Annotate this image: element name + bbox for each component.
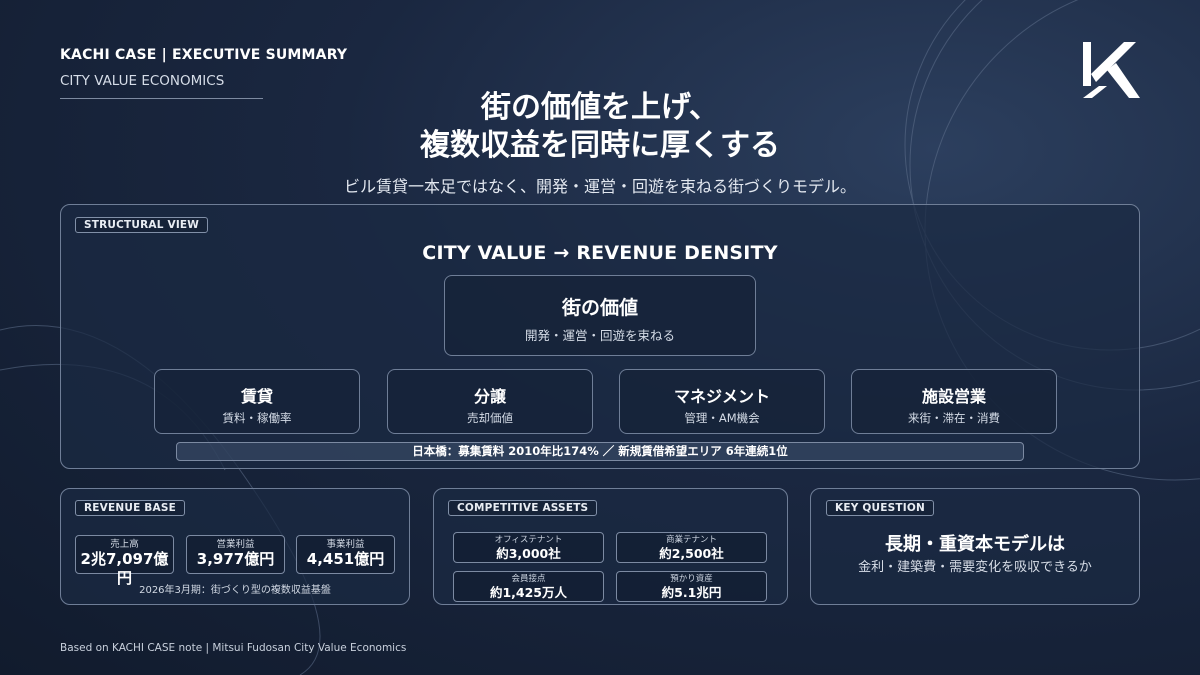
key-question-subtitle: 金利・建築費・需要変化を吸収できるか	[858, 560, 1092, 575]
asset-value: 約5.1兆円	[661, 585, 722, 600]
asset-value: 約2,500社	[659, 546, 724, 561]
competitive-assets-tag: COMPETITIVE ASSETS	[448, 500, 598, 516]
city-value-subtitle: 開発・運営・回遊を束ねる	[524, 328, 675, 343]
metric-value: 3,977億円	[196, 550, 275, 568]
revenue-box-rental: 賃貸 賃料・稼働率	[154, 369, 360, 434]
structural-view-title: CITY VALUE → REVENUE DENSITY	[422, 242, 778, 264]
asset-label: 預かり資産	[670, 574, 713, 584]
revenue-base-note: 2026年3月期：街づくり型の複数収益基盤	[139, 585, 331, 596]
brand-subtitle: CITY VALUE ECONOMICS	[60, 73, 225, 89]
asset-value: 約1,425万人	[489, 585, 568, 600]
asset-member-contacts: 会員接点 約1,425万人	[453, 571, 604, 602]
footer-source: Based on KACHI CASE note | Mitsui Fudosa…	[60, 642, 407, 654]
metric-label: 売上高	[110, 539, 139, 550]
revenue-box-sales: 分譲 売却価値	[387, 369, 593, 434]
revenue-box-subtitle: 来街・滞在・消費	[908, 411, 1000, 425]
asset-value: 約3,000社	[496, 546, 561, 561]
metric-value: 4,451億円	[306, 550, 385, 568]
brand-title: KACHI CASE | EXECUTIVE SUMMARY	[60, 47, 348, 63]
revenue-box-title: 施設営業	[921, 387, 986, 406]
city-value-box: 街の価値 開発・運営・回遊を束ねる	[444, 275, 756, 356]
key-question-tag: KEY QUESTION	[826, 500, 934, 516]
revenue-box-subtitle: 売却価値	[467, 411, 513, 425]
revenue-box-title: マネジメント	[673, 387, 770, 406]
revenue-box-facility: 施設営業 来街・滞在・消費	[851, 369, 1057, 434]
city-value-title: 街の価値	[561, 297, 638, 319]
metric-label: 営業利益	[216, 539, 255, 550]
asset-commercial-tenants: 商業テナント 約2,500社	[616, 532, 767, 563]
key-question-title: 長期・重資本モデルは	[885, 534, 1065, 555]
revenue-box-subtitle: 賃料・稼働率	[222, 411, 292, 425]
asset-label: 商業テナント	[665, 535, 717, 545]
metric-operating-profit: 営業利益 3,977億円	[186, 535, 285, 574]
revenue-box-title: 賃貸	[240, 387, 273, 406]
metric-label: 事業利益	[326, 539, 365, 550]
asset-office-tenants: オフィステナント 約3,000社	[453, 532, 604, 563]
asset-assets-under-custody: 預かり資産 約5.1兆円	[616, 571, 767, 602]
asset-label: オフィステナント	[494, 535, 563, 545]
headline-line-1: 街の価値を上げ、	[481, 90, 719, 125]
metric-sales: 売上高 2兆7,097億円	[75, 535, 174, 587]
nihonbashi-stat-bar: 日本橋：募集賃料 2010年比174% ／ 新規賃借希望エリア 6年連続1位	[176, 442, 1024, 461]
revenue-box-management: マネジメント 管理・AM機会	[619, 369, 825, 434]
asset-label: 会員接点	[511, 574, 546, 584]
headline-subtitle: ビル賃貸一本足ではなく、開発・運営・回遊を束ねる街づくりモデル。	[343, 177, 856, 196]
revenue-box-subtitle: 管理・AM機会	[684, 411, 760, 425]
revenue-box-title: 分譲	[473, 387, 506, 406]
headline-line-2: 複数収益を同時に厚くする	[420, 128, 780, 163]
metric-business-profit: 事業利益 4,451億円	[296, 535, 395, 574]
structural-view-tag: STRUCTURAL VIEW	[75, 217, 209, 233]
revenue-base-tag: REVENUE BASE	[75, 500, 185, 516]
